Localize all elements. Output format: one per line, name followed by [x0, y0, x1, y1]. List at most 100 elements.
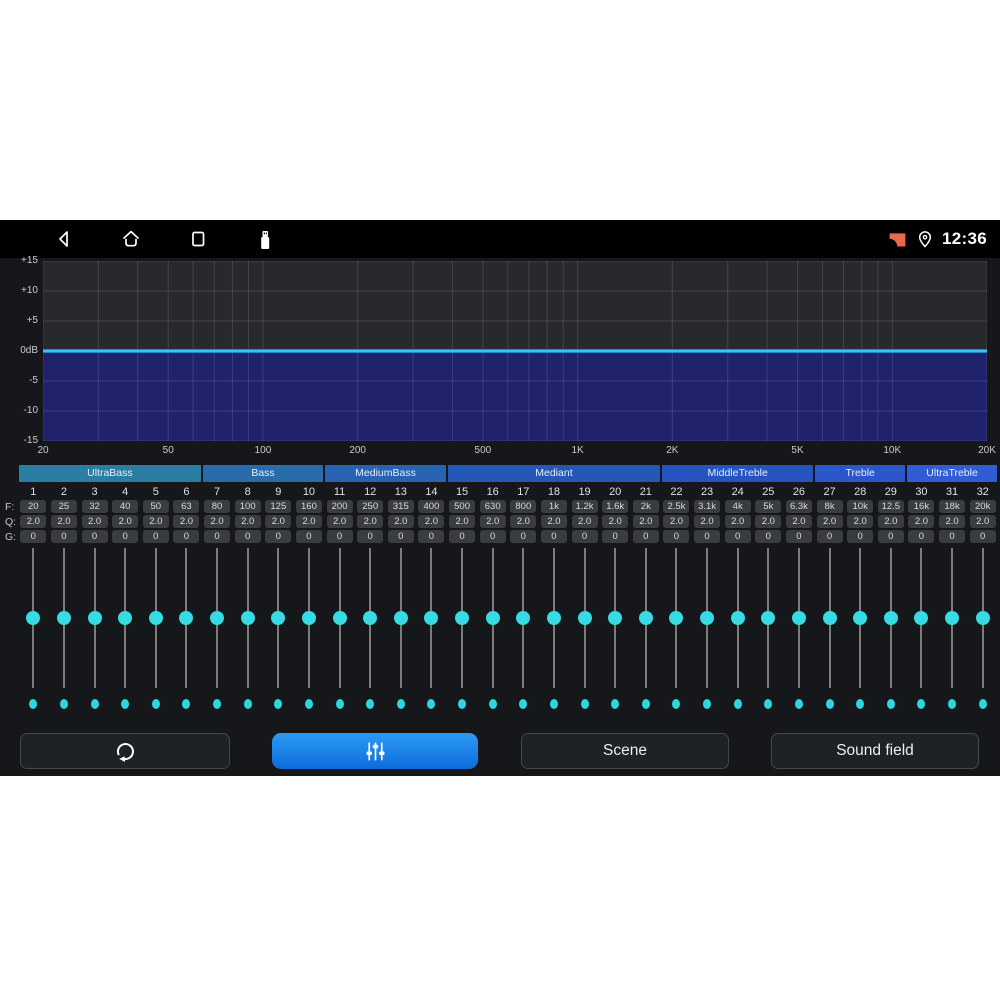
slider-knob[interactable]: [608, 611, 623, 625]
gain-slider-ch18[interactable]: [539, 548, 570, 688]
slider-knob[interactable]: [56, 611, 71, 625]
slider-knob[interactable]: [118, 611, 133, 625]
f-value-ch14[interactable]: 400: [418, 500, 445, 513]
q-value-ch15[interactable]: 2.0: [449, 515, 476, 528]
gain-slider-ch14[interactable]: [416, 548, 447, 688]
f-value-ch12[interactable]: 250: [357, 500, 384, 513]
q-value-ch30[interactable]: 2.0: [908, 515, 935, 528]
q-value-ch13[interactable]: 2.0: [387, 515, 414, 528]
f-value-ch20[interactable]: 1.6k: [602, 500, 629, 513]
g-value-ch14[interactable]: 0: [418, 530, 445, 543]
q-value-ch27[interactable]: 2.0: [816, 515, 843, 528]
band-mediant[interactable]: Mediant: [447, 465, 661, 482]
gain-slider-ch23[interactable]: [692, 548, 723, 688]
g-value-ch22[interactable]: 0: [663, 530, 690, 543]
f-value-ch28[interactable]: 10k: [847, 500, 874, 513]
slider-knob[interactable]: [210, 611, 225, 625]
back-icon[interactable]: [52, 227, 76, 251]
slider-knob[interactable]: [638, 611, 653, 625]
slider-knob[interactable]: [853, 611, 868, 625]
f-value-ch27[interactable]: 8k: [816, 500, 843, 513]
home-icon[interactable]: [119, 227, 143, 251]
band-ultrabass[interactable]: UltraBass: [19, 465, 201, 482]
f-value-ch3[interactable]: 32: [81, 500, 108, 513]
f-value-ch1[interactable]: 20: [20, 500, 47, 513]
slider-knob[interactable]: [516, 611, 531, 625]
f-value-ch21[interactable]: 2k: [632, 500, 659, 513]
q-value-ch8[interactable]: 2.0: [234, 515, 261, 528]
q-value-ch2[interactable]: 2.0: [50, 515, 77, 528]
g-value-ch5[interactable]: 0: [142, 530, 169, 543]
slider-knob[interactable]: [546, 611, 561, 625]
g-value-ch17[interactable]: 0: [510, 530, 537, 543]
g-value-ch12[interactable]: 0: [357, 530, 384, 543]
slider-knob[interactable]: [179, 611, 194, 625]
f-value-ch29[interactable]: 12.5: [877, 500, 904, 513]
g-value-ch3[interactable]: 0: [81, 530, 108, 543]
g-value-ch7[interactable]: 0: [204, 530, 231, 543]
slider-knob[interactable]: [883, 611, 898, 625]
gain-slider-ch12[interactable]: [355, 548, 386, 688]
sound-field-button[interactable]: Sound field: [771, 733, 979, 769]
gain-slider-ch29[interactable]: [876, 548, 907, 688]
g-value-ch27[interactable]: 0: [816, 530, 843, 543]
f-value-ch13[interactable]: 315: [387, 500, 414, 513]
q-value-ch9[interactable]: 2.0: [265, 515, 292, 528]
gain-slider-ch27[interactable]: [814, 548, 845, 688]
q-value-ch4[interactable]: 2.0: [112, 515, 139, 528]
gain-slider-ch19[interactable]: [569, 548, 600, 688]
slider-knob[interactable]: [669, 611, 684, 625]
band-middletreble[interactable]: MiddleTreble: [662, 465, 814, 482]
g-value-ch19[interactable]: 0: [571, 530, 598, 543]
gain-slider-ch6[interactable]: [171, 548, 202, 688]
q-value-ch14[interactable]: 2.0: [418, 515, 445, 528]
g-value-ch6[interactable]: 0: [173, 530, 200, 543]
f-value-ch5[interactable]: 50: [142, 500, 169, 513]
f-value-ch4[interactable]: 40: [112, 500, 139, 513]
q-value-ch19[interactable]: 2.0: [571, 515, 598, 528]
f-value-ch8[interactable]: 100: [234, 500, 261, 513]
slider-knob[interactable]: [87, 611, 102, 625]
gain-slider-ch5[interactable]: [141, 548, 172, 688]
f-value-ch15[interactable]: 500: [449, 500, 476, 513]
gain-slider-ch26[interactable]: [784, 548, 815, 688]
band-bass[interactable]: Bass: [202, 465, 324, 482]
slider-knob[interactable]: [945, 611, 960, 625]
q-value-ch7[interactable]: 2.0: [204, 515, 231, 528]
slider-knob[interactable]: [822, 611, 837, 625]
f-value-ch25[interactable]: 5k: [755, 500, 782, 513]
slider-knob[interactable]: [914, 611, 929, 625]
g-value-ch15[interactable]: 0: [449, 530, 476, 543]
g-value-ch29[interactable]: 0: [877, 530, 904, 543]
f-value-ch31[interactable]: 18k: [939, 500, 966, 513]
gain-slider-ch1[interactable]: [18, 548, 49, 688]
f-value-ch9[interactable]: 125: [265, 500, 292, 513]
g-value-ch18[interactable]: 0: [540, 530, 567, 543]
q-value-ch23[interactable]: 2.0: [694, 515, 721, 528]
f-value-ch32[interactable]: 20k: [969, 500, 996, 513]
slider-knob[interactable]: [424, 611, 439, 625]
q-value-ch31[interactable]: 2.0: [939, 515, 966, 528]
gain-slider-ch22[interactable]: [661, 548, 692, 688]
q-value-ch26[interactable]: 2.0: [785, 515, 812, 528]
gain-slider-ch16[interactable]: [477, 548, 508, 688]
gain-slider-ch2[interactable]: [49, 548, 80, 688]
gain-slider-ch15[interactable]: [447, 548, 478, 688]
q-value-ch6[interactable]: 2.0: [173, 515, 200, 528]
f-value-ch24[interactable]: 4k: [724, 500, 751, 513]
gain-slider-ch31[interactable]: [937, 548, 968, 688]
g-value-ch13[interactable]: 0: [387, 530, 414, 543]
slider-knob[interactable]: [148, 611, 163, 625]
q-value-ch24[interactable]: 2.0: [724, 515, 751, 528]
gain-slider-ch28[interactable]: [845, 548, 876, 688]
f-value-ch7[interactable]: 80: [204, 500, 231, 513]
gain-slider-ch10[interactable]: [294, 548, 325, 688]
gain-slider-ch13[interactable]: [386, 548, 417, 688]
gain-slider-ch9[interactable]: [263, 548, 294, 688]
g-value-ch30[interactable]: 0: [908, 530, 935, 543]
g-value-ch11[interactable]: 0: [326, 530, 353, 543]
reset-button[interactable]: [20, 733, 230, 769]
g-value-ch2[interactable]: 0: [50, 530, 77, 543]
f-value-ch10[interactable]: 160: [295, 500, 322, 513]
g-value-ch26[interactable]: 0: [785, 530, 812, 543]
